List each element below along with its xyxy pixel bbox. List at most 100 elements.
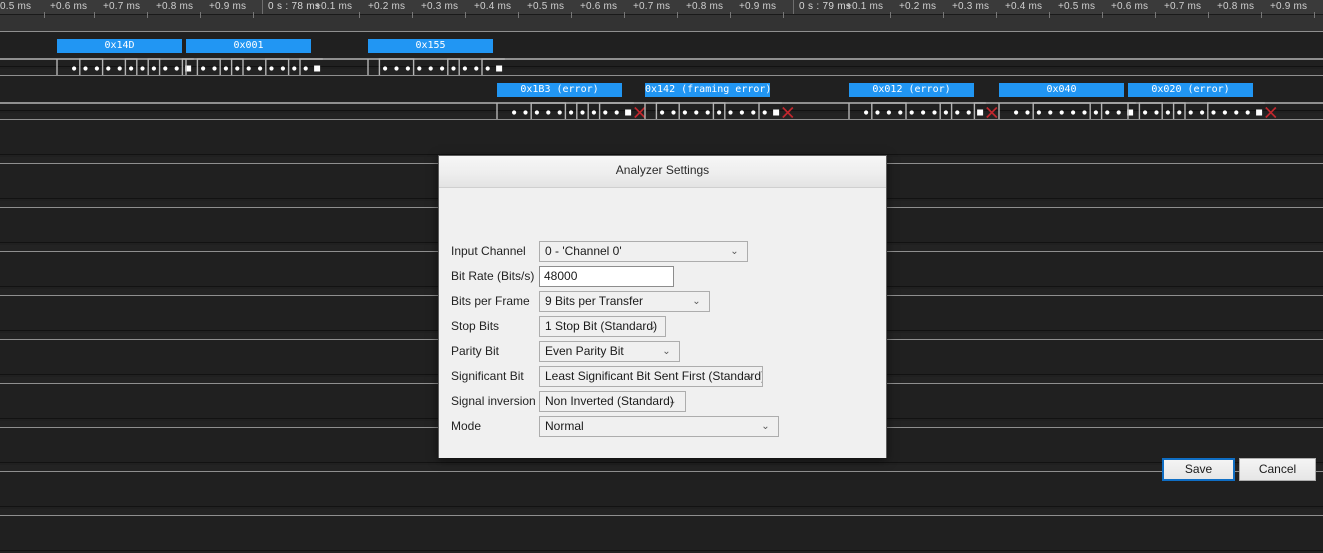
bit-marker-dot: [247, 66, 251, 70]
lane-background: [0, 120, 1323, 157]
bit-marker-dot: [474, 66, 478, 70]
bit-marker-dot: [1234, 110, 1238, 114]
frame-label[interactable]: 0x155: [368, 39, 493, 53]
bit-marker-dot: [1048, 110, 1052, 114]
chevron-down-icon: ⌄: [744, 367, 755, 386]
bit-marker-dot: [163, 66, 167, 70]
timeline-tick-mark: [996, 12, 997, 18]
bit-marker-dot: [944, 110, 948, 114]
select-stop-bits[interactable]: 1 Stop Bit (Standard)⌄: [539, 316, 666, 337]
bit-marker-dot: [106, 66, 110, 70]
timeline-tick-mark: [783, 12, 784, 18]
bit-marker-dot: [910, 110, 914, 114]
bit-marker-dot: [235, 66, 239, 70]
field-label: Signal inversion: [451, 394, 536, 408]
bit-marker-dot: [429, 66, 433, 70]
frame-label[interactable]: 0x001: [186, 39, 311, 53]
timeline-tick-mark: [1314, 12, 1315, 18]
timeline-tick-label: +0.7 ms: [633, 1, 670, 12]
bit-marker-dot: [1060, 110, 1064, 114]
frame-label[interactable]: 0x1B3 (error): [497, 83, 622, 97]
timeline-tick-mark: [412, 12, 413, 18]
bit-marker-dot: [512, 110, 516, 114]
bit-marker-dot: [224, 66, 228, 70]
timeline-tick-label: +0.9 ms: [209, 1, 246, 12]
bit-marker-dot: [751, 110, 755, 114]
bit-marker-dot: [212, 66, 216, 70]
chevron-down-icon: ⌄: [729, 242, 740, 261]
bit-marker-dot: [683, 110, 687, 114]
bit-marker-dot: [921, 110, 925, 114]
select-significant-bit[interactable]: Least Significant Bit Sent First (Standa…: [539, 366, 763, 387]
timeline-ruler[interactable]: 0 s : 78 ms0 s : 79 ms 0.5 ms+0.6 ms+0.7…: [0, 0, 1323, 33]
bit-marker-dot: [95, 66, 99, 70]
bit-marker-dot: [898, 110, 902, 114]
bit-marker-dot: [304, 66, 308, 70]
dialog-titlebar: Analyzer Settings: [439, 156, 886, 188]
bit-marker-dot: [1177, 110, 1181, 114]
bit-marker-dot: [728, 110, 732, 114]
bit-rate-input[interactable]: 48000: [539, 266, 674, 287]
bit-marker-dot: [887, 110, 891, 114]
form-row: Parity BitEven Parity Bit⌄: [439, 341, 888, 363]
select-bits-per-frame[interactable]: 9 Bits per Transfer⌄: [539, 291, 710, 312]
bit-marker-dot: [546, 110, 550, 114]
bit-marker-dot: [1200, 110, 1204, 114]
select-value: Normal: [545, 419, 584, 433]
bit-marker-square: [977, 110, 983, 116]
form-row: Bits per Frame 9 Bits per Transfer⌄: [439, 291, 888, 313]
form-row: Bit Rate (Bits/s)48000: [439, 266, 888, 288]
bit-marker-dot: [569, 110, 573, 114]
field-label: Input Channel: [451, 244, 526, 258]
select-value: 0 - 'Channel 0': [545, 244, 622, 258]
timeline-tick-mark: [1261, 12, 1262, 18]
select-parity-bit[interactable]: Even Parity Bit⌄: [539, 341, 680, 362]
bit-marker-square: [496, 66, 502, 72]
chevron-down-icon: ⌄: [667, 392, 678, 411]
bit-marker-dot: [292, 66, 296, 70]
timeline-tick-label: +0.6 ms: [580, 1, 617, 12]
timeline-tick-mark: [44, 12, 45, 18]
bit-marker-square: [314, 66, 320, 72]
frame-label[interactable]: 0x020 (error): [1128, 83, 1253, 97]
bit-marker-dot: [580, 110, 584, 114]
bit-marker-dot: [451, 66, 455, 70]
frame-label[interactable]: 0x14D: [57, 39, 182, 53]
frame-label[interactable]: 0x012 (error): [849, 83, 974, 97]
bit-marker-dot: [269, 66, 273, 70]
bit-marker-square: [1256, 110, 1262, 116]
timeline-tick-label: +0.6 ms: [1111, 1, 1148, 12]
timeline-tick-mark: [943, 12, 944, 18]
bit-marker-dot: [1071, 110, 1075, 114]
timeline-tick-label: +0.9 ms: [1270, 1, 1307, 12]
save-button[interactable]: Save: [1162, 458, 1235, 481]
cancel-button[interactable]: Cancel: [1239, 458, 1316, 481]
frame-label[interactable]: 0x142 (framing error): [645, 83, 770, 97]
timeline-tick-mark: [677, 12, 678, 18]
timeline-tick-mark: [730, 12, 731, 18]
bit-marker-dot: [603, 110, 607, 114]
timeline-tick-mark: [518, 12, 519, 18]
timeline-tick-label: +0.8 ms: [156, 1, 193, 12]
timeline-tick-label: +0.1 ms: [315, 1, 352, 12]
bit-marker-dot: [440, 66, 444, 70]
lane-background: [0, 472, 1323, 509]
select-value: 9 Bits per Transfer: [545, 294, 643, 308]
bit-marker-dot: [463, 66, 467, 70]
select-input-channel[interactable]: 0 - 'Channel 0' ⌄: [539, 241, 748, 262]
select-value: Non Inverted (Standard): [545, 394, 674, 408]
bit-marker-dot: [763, 110, 767, 114]
bit-marker-dot: [864, 110, 868, 114]
bit-marker-dot: [694, 110, 698, 114]
select-mode[interactable]: Normal⌄: [539, 416, 779, 437]
field-label: Bits per Frame: [451, 294, 530, 308]
select-signal-inversion[interactable]: Non Inverted (Standard)⌄: [539, 391, 686, 412]
frame-label[interactable]: 0x040: [999, 83, 1124, 97]
bit-marker-dot: [535, 110, 539, 114]
analyzer-settings-dialog: Analyzer Settings Input Channel 0 - 'Chan…: [438, 155, 887, 458]
bit-marker-dot: [1143, 110, 1147, 114]
bit-marker-dot: [417, 66, 421, 70]
bit-marker-dot: [1037, 110, 1041, 114]
bit-marker-dot: [1189, 110, 1193, 114]
bit-marker-dot: [523, 110, 527, 114]
